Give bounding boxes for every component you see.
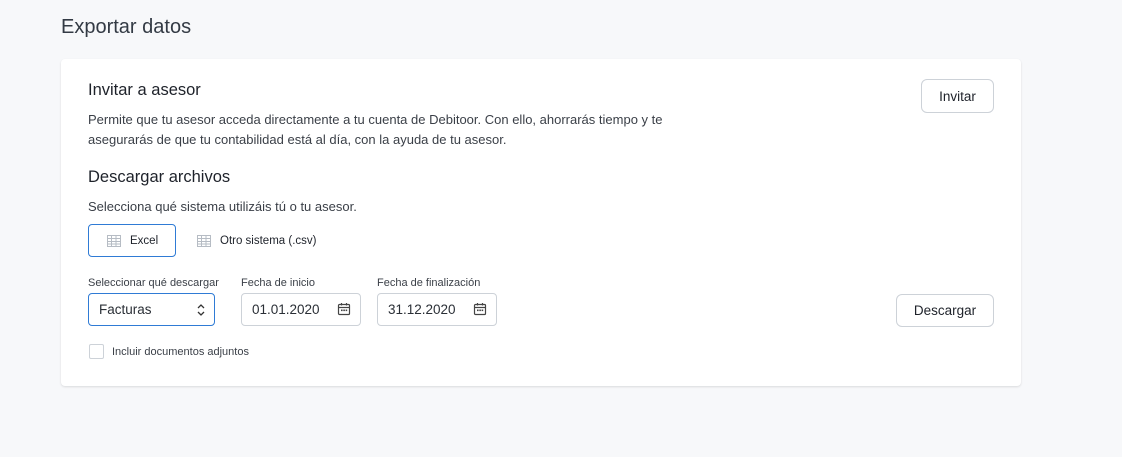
calendar-icon[interactable] — [473, 302, 487, 316]
attachments-checkbox[interactable] — [89, 344, 104, 359]
system-option-excel[interactable]: Excel — [88, 224, 176, 257]
select-label: Seleccionar qué descargar — [88, 277, 219, 289]
select-arrows-icon — [197, 304, 205, 316]
system-option-label: Otro sistema (.csv) — [220, 234, 317, 247]
attachments-label: Incluir documentos adjuntos — [112, 346, 249, 358]
end-date-label: Fecha de finalización — [377, 277, 481, 289]
download-button[interactable]: Descargar — [896, 294, 994, 327]
download-type-value: Facturas — [99, 302, 152, 317]
end-date-value: 31.12.2020 — [388, 302, 456, 317]
invite-description-line-2: asegurarás de que tu contabilidad está a… — [88, 132, 507, 147]
invite-button[interactable]: Invitar — [921, 79, 994, 113]
calendar-icon[interactable] — [337, 302, 351, 316]
end-date-input[interactable]: 31.12.2020 — [377, 293, 497, 326]
start-date-value: 01.01.2020 — [252, 302, 320, 317]
invite-description: Permite que tu asesor acceda directament… — [88, 110, 663, 150]
export-card: Invitar a asesor Permite que tu asesor a… — [61, 59, 1021, 386]
system-option-label: Excel — [130, 234, 159, 247]
download-type-select[interactable]: Facturas — [88, 293, 215, 326]
invite-description-line-1: Permite que tu asesor acceda directament… — [88, 112, 663, 127]
download-title: Descargar archivos — [88, 168, 231, 186]
start-date-label: Fecha de inicio — [241, 277, 315, 289]
spreadsheet-icon — [197, 234, 211, 247]
page-title: Exportar datos — [61, 16, 192, 38]
system-option-csv[interactable]: Otro sistema (.csv) — [179, 224, 329, 257]
download-subtitle: Selecciona qué sistema utilizáis tú o tu… — [88, 199, 357, 214]
start-date-input[interactable]: 01.01.2020 — [241, 293, 361, 326]
invite-title: Invitar a asesor — [88, 81, 201, 99]
spreadsheet-icon — [107, 234, 121, 247]
